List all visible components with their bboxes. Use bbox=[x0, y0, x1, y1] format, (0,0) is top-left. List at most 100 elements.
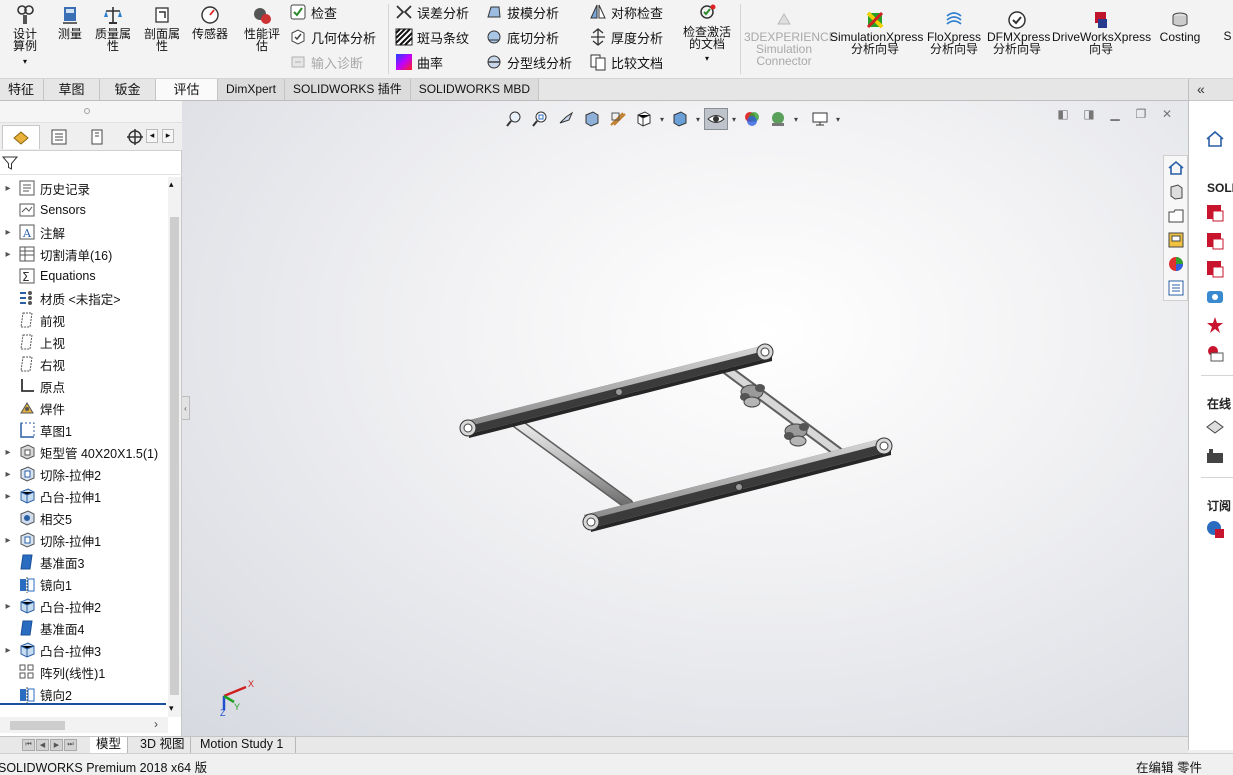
tree-vertical-scrollbar[interactable]: ▴ ▾ bbox=[168, 177, 181, 717]
costing-button[interactable]: Costing bbox=[1157, 10, 1203, 43]
mass-properties-button[interactable]: 质量属性 bbox=[91, 4, 135, 52]
file-explorer-tab[interactable] bbox=[1166, 206, 1186, 226]
home-tab[interactable] bbox=[1166, 158, 1186, 178]
panel-grip[interactable] bbox=[0, 101, 182, 123]
tab-sketch[interactable]: 草图 bbox=[44, 79, 100, 100]
tree-node[interactable]: Sensors bbox=[0, 199, 168, 221]
tree-filter[interactable] bbox=[0, 151, 182, 175]
design-study-button[interactable]: 设计算例 ▾ bbox=[4, 4, 46, 68]
task-pane-header[interactable]: « bbox=[1189, 79, 1233, 101]
tree-node[interactable]: 上视 bbox=[0, 331, 168, 353]
draft-analysis-button[interactable]: 拔模分析 bbox=[485, 2, 559, 22]
curvature-button[interactable]: 曲率 bbox=[395, 52, 443, 72]
tree-node[interactable]: ▸ 历史记录 bbox=[0, 177, 168, 199]
tree-node[interactable]: 镜向1 bbox=[0, 573, 168, 595]
measure-button[interactable]: 测量 bbox=[54, 4, 86, 40]
tree-node[interactable]: ▸ 切除-拉伸2 bbox=[0, 463, 168, 485]
thickness-analysis-button[interactable]: 厚度分析 bbox=[589, 27, 663, 47]
tab-features[interactable]: 特征 bbox=[0, 79, 44, 100]
tabs-scroll-left[interactable]: ◂ bbox=[146, 129, 158, 143]
last-tab-icon[interactable]: ⏭ bbox=[64, 739, 77, 751]
tab-dimxpert[interactable]: DimXpert bbox=[218, 79, 286, 100]
tab-model[interactable]: 模型 bbox=[90, 737, 129, 753]
partner-icon[interactable] bbox=[1205, 417, 1225, 437]
tree-node[interactable]: 基准面4 bbox=[0, 617, 168, 639]
tree-node[interactable]: ▸ 切除-拉伸1 bbox=[0, 529, 168, 551]
expand-arrow-icon[interactable]: ▸ bbox=[2, 639, 14, 661]
community-icon[interactable] bbox=[1205, 343, 1225, 363]
dfmxpress-button[interactable]: DFMXpress 分析向导 bbox=[987, 10, 1050, 55]
tab-motion-study[interactable]: Motion Study 1 bbox=[194, 737, 296, 753]
first-tab-icon[interactable]: ⏮ bbox=[22, 739, 35, 751]
tree-node[interactable]: 右视 bbox=[0, 353, 168, 375]
expand-arrow-icon[interactable]: ▸ bbox=[2, 463, 14, 485]
custom-properties-tab[interactable] bbox=[1166, 278, 1186, 298]
view-palette-tab[interactable] bbox=[1166, 230, 1186, 250]
design-library-tab[interactable] bbox=[1166, 182, 1186, 202]
import-diagnostics-button[interactable]: 输入诊断 bbox=[289, 52, 363, 72]
tree-node[interactable]: ▸ 切割清单(16) bbox=[0, 243, 168, 265]
rollback-bar[interactable] bbox=[0, 703, 166, 705]
supplier-icon[interactable] bbox=[1205, 445, 1225, 465]
tab-solidworks-mbd[interactable]: SOLIDWORKS MBD bbox=[410, 79, 540, 100]
performance-eval-button[interactable]: 性能评估 bbox=[240, 4, 284, 52]
compare-documents-button[interactable]: 比较文档 bbox=[589, 52, 663, 72]
expand-arrow-icon[interactable]: ▸ bbox=[2, 529, 14, 551]
simulationxpress-button[interactable]: SimulationXpress 分析向导 bbox=[830, 10, 923, 55]
expand-arrow-icon[interactable]: ▸ bbox=[2, 221, 14, 243]
prev-tab-icon[interactable]: ◀ bbox=[36, 739, 49, 751]
tree-node[interactable]: 基准面3 bbox=[0, 551, 168, 573]
symmetry-check-button[interactable]: 对称检查 bbox=[589, 2, 663, 22]
expand-arrow-icon[interactable]: ▸ bbox=[2, 177, 14, 199]
tab-evaluate[interactable]: 评估 bbox=[156, 79, 218, 100]
property-manager-tab[interactable] bbox=[40, 125, 78, 149]
deviation-analysis-button[interactable]: 误差分析 bbox=[395, 2, 469, 22]
graphics-area[interactable]: ▾ ▾ ▾ ▾ ▾ ◧ ◨ ▁ ❐ ✕ ‹ X Y Z bbox=[182, 101, 1188, 736]
section-properties-button[interactable]: 剖面属性 bbox=[140, 4, 184, 52]
tree-node[interactable]: 原点 bbox=[0, 375, 168, 397]
tree-node[interactable]: 草图1 bbox=[0, 419, 168, 441]
tree-node[interactable]: ▸ 凸台-拉伸3 bbox=[0, 639, 168, 661]
scroll-up-icon[interactable]: ▴ bbox=[169, 179, 174, 190]
subscription-services-icon[interactable] bbox=[1205, 519, 1225, 539]
tutorial-icon[interactable] bbox=[1205, 287, 1225, 307]
next-tab-icon[interactable]: ▶ bbox=[50, 739, 63, 751]
feature-manager-tab[interactable] bbox=[2, 125, 40, 149]
driveworksxpress-button[interactable]: DriveWorksXpress 向导 bbox=[1052, 10, 1151, 55]
expand-arrow-icon[interactable]: ▸ bbox=[2, 441, 14, 463]
tree-node[interactable]: ▸ 凸台-拉伸1 bbox=[0, 485, 168, 507]
zebra-stripes-button[interactable]: 斑马条纹 bbox=[395, 27, 469, 47]
undercut-analysis-button[interactable]: 底切分析 bbox=[485, 27, 559, 47]
tree-node[interactable]: Σ Equations bbox=[0, 265, 168, 287]
expand-arrow-icon[interactable]: ▸ bbox=[2, 485, 14, 507]
tree-node[interactable]: 阵列(线性)1 bbox=[0, 661, 168, 683]
tree-node[interactable]: 镜向2 bbox=[0, 683, 168, 705]
whats-new-icon[interactable] bbox=[1205, 315, 1225, 335]
tree-node[interactable]: ▸ A 注解 bbox=[0, 221, 168, 243]
scroll-right-icon[interactable]: › bbox=[154, 717, 158, 731]
tabs-scroll-right[interactable]: ▸ bbox=[162, 129, 174, 143]
appearances-tab[interactable] bbox=[1166, 254, 1186, 274]
solidworks-resource-icon[interactable] bbox=[1205, 231, 1225, 251]
tree-node[interactable]: ▸ 凸台-拉伸2 bbox=[0, 595, 168, 617]
parting-line-analysis-button[interactable]: 分型线分析 bbox=[485, 52, 572, 72]
more-addins-button[interactable]: S bbox=[1222, 30, 1233, 42]
tree-node[interactable]: 材质 <未指定> bbox=[0, 287, 168, 309]
tree-node[interactable]: 前视 bbox=[0, 309, 168, 331]
tab-3d-views[interactable]: 3D 视图 bbox=[134, 737, 192, 753]
configuration-manager-tab[interactable] bbox=[78, 125, 116, 149]
tree-node[interactable]: ▸ 矩型管 40X20X1.5(1) bbox=[0, 441, 168, 463]
part-model[interactable] bbox=[182, 101, 1188, 736]
check-active-doc-button[interactable]: 检查激活的文档 ▾ bbox=[678, 2, 736, 65]
solidworks-resource-icon[interactable] bbox=[1205, 203, 1225, 223]
solidworks-resource-icon[interactable] bbox=[1205, 259, 1225, 279]
3dexperience-connector-button[interactable]: 3DEXPERIENCE Simulation Connector bbox=[744, 10, 837, 67]
check-button[interactable]: 检查 bbox=[289, 2, 337, 22]
geometry-analysis-button[interactable]: 几何体分析 bbox=[289, 27, 376, 47]
tree-node[interactable]: 焊件 bbox=[0, 397, 168, 419]
sensors-button[interactable]: 传感器 bbox=[188, 4, 232, 40]
scroll-down-icon[interactable]: ▾ bbox=[169, 703, 174, 714]
tree-horizontal-scrollbar[interactable]: › bbox=[0, 717, 168, 733]
tree-node[interactable]: 相交5 bbox=[0, 507, 168, 529]
tab-solidworks-addins[interactable]: SOLIDWORKS 插件 bbox=[285, 79, 411, 100]
